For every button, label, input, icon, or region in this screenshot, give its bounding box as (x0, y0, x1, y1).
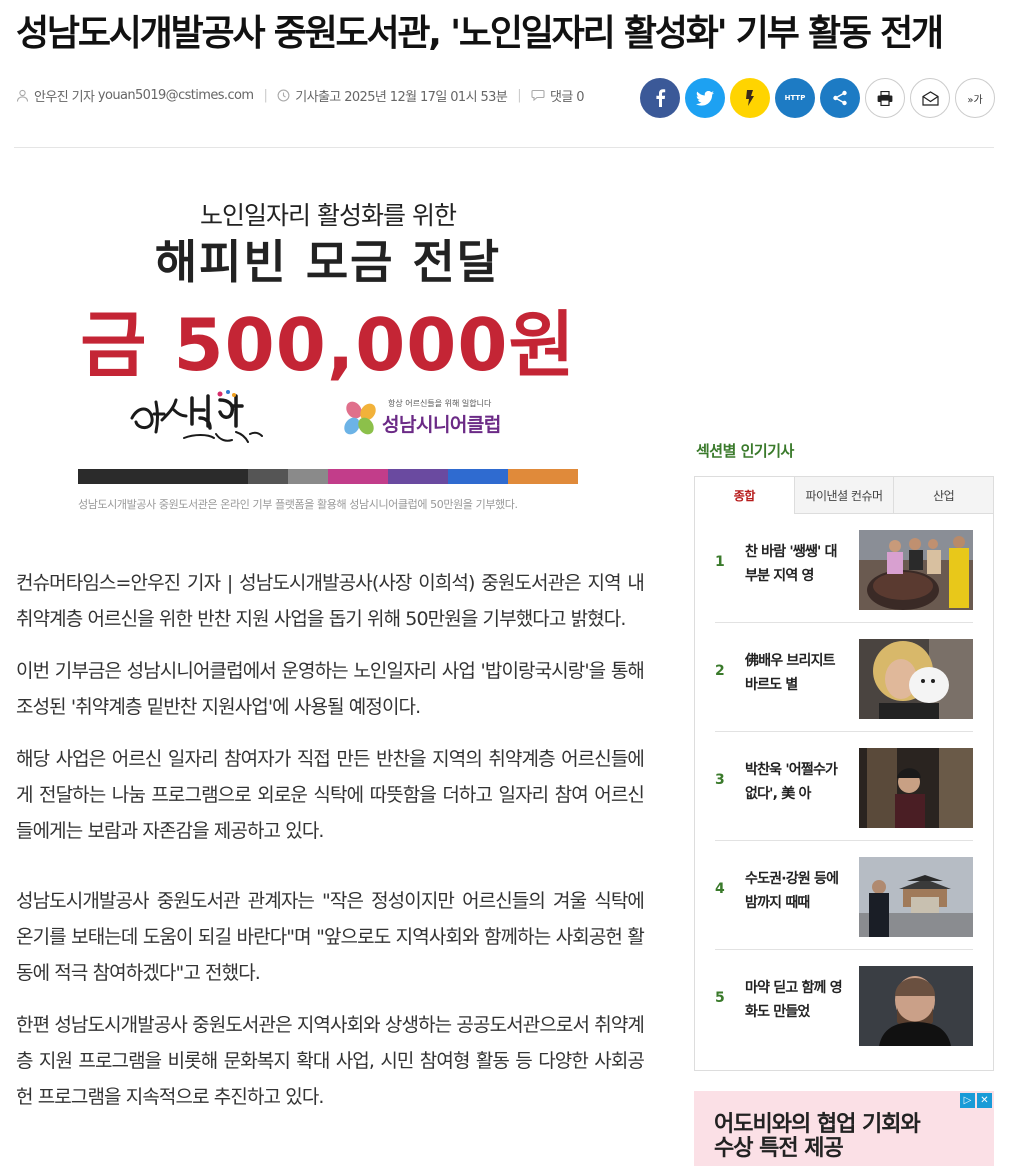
print-button[interactable] (865, 78, 905, 118)
color-bar-segment (78, 469, 248, 484)
twitter-share-button[interactable] (685, 78, 725, 118)
paragraph: 컨슈머타임스=안우진 기자 | 성남도시개발공사(사장 이희석) 중원도서관은 … (16, 572, 645, 630)
ad-choices-icon[interactable]: ▷ (960, 1093, 975, 1108)
kakaostory-icon (746, 90, 754, 106)
paragraph: 해당 사업은 어르신 일자리 참여자가 직접 만든 반찬을 지역의 취약계층 어… (16, 748, 645, 842)
ad-text: 어도비와의 협업 기회와 수상 특전 제공 (714, 1112, 921, 1161)
meta-divider: | (517, 87, 521, 103)
advertisement-banner[interactable]: 어도비와의 협업 기회와 수상 특전 제공 ▷ ✕ (694, 1091, 994, 1166)
article-headline: 성남도시개발공사 중원도서관, '노인일자리 활성화' 기부 활동 전개 (16, 13, 944, 54)
popular-item[interactable]: 3 박찬욱 '어쩔수가없다', 美 아 (715, 732, 973, 841)
popular-item[interactable]: 2 佛배우 브리지트 바르도 별 (715, 623, 973, 732)
thumbnail-image (859, 966, 973, 1046)
font-size-label: »가 (967, 94, 983, 106)
meta-divider: | (263, 87, 268, 103)
ad-line1: 어도비와의 협업 기회와 (714, 1112, 921, 1137)
color-bar-segment (288, 469, 328, 484)
popular-item-title[interactable]: 수도권·강원 등에 밤까지 때때 (745, 867, 845, 915)
publish-time: 기사출고 2025년 12월 17일 01시 53분 (277, 86, 508, 105)
share-icon (833, 90, 847, 106)
popular-item-thumbnail[interactable] (859, 639, 973, 719)
paragraph: 성남도시개발공사 중원도서관 관계자는 "작은 정성이지만 어르신들의 겨울 식… (16, 890, 645, 984)
copy-url-button[interactable]: HTTP (775, 78, 815, 118)
tab-industry[interactable]: 산업 (893, 477, 993, 513)
popular-item[interactable]: 4 수도권·강원 등에 밤까지 때때 (715, 841, 973, 950)
thumbnail-image (859, 639, 973, 719)
popular-item[interactable]: 1 찬 바람 '쌩쌩' 대부분 지역 영 (715, 514, 973, 623)
rank-number: 5 (715, 990, 725, 1006)
comment-icon (531, 89, 545, 101)
color-bar-segment (248, 469, 288, 484)
senior-club-name: 성남시니어클럽 (382, 414, 501, 436)
header-divider (14, 147, 994, 148)
font-size-button[interactable]: »가 (955, 78, 995, 118)
comment-count-text: 댓글 0 (549, 89, 585, 105)
envelope-icon (921, 90, 939, 106)
byline: 안우진 기자 youan5019@cstimes.com (16, 86, 254, 105)
article-body: 컨슈머타임스=안우진 기자 | 성남도시개발공사(사장 이희석) 중원도서관은 … (16, 565, 645, 1131)
rank-number: 2 (715, 663, 725, 679)
popular-list: 1 찬 바람 '쌩쌩' 대부분 지역 영 2 佛배우 브리지트 바르도 별 3 … (695, 514, 993, 1059)
publish-time-text: 기사출고 2025년 12월 17일 01시 53분 (295, 89, 508, 105)
thumbnail-image (859, 857, 973, 937)
popular-item-title[interactable]: 佛배우 브리지트 바르도 별 (745, 649, 845, 697)
library-calligraphy-logo (130, 390, 263, 443)
color-bar-segment (508, 469, 578, 484)
tab-general[interactable]: 종합 (695, 477, 794, 514)
clover-logo-icon (344, 401, 376, 435)
popular-item-thumbnail[interactable] (859, 966, 973, 1046)
thumbnail-image (859, 530, 973, 610)
color-bar-segment (448, 469, 508, 484)
color-bar-segment (328, 469, 388, 484)
printer-icon (877, 90, 893, 106)
clock-icon (277, 89, 290, 101)
rank-number: 3 (715, 772, 725, 788)
paragraph: 한편 성남도시개발공사 중원도서관은 지역사회와 상생하는 공공도서관으로서 취… (16, 1014, 645, 1108)
twitter-icon (696, 90, 714, 106)
popular-item-title[interactable]: 박찬욱 '어쩔수가없다', 美 아 (745, 758, 845, 806)
article-meta: 안우진 기자 youan5019@cstimes.com | 기사출고 2025… (16, 84, 585, 106)
url-label: HTTP (784, 94, 806, 102)
paragraph: 이번 기부금은 성남시니어클럽에서 운영하는 노인일자리 사업 '밥이랑국시랑'… (16, 660, 645, 718)
ad-controls: ▷ ✕ (960, 1093, 992, 1108)
rank-number: 1 (715, 554, 725, 570)
popular-section-title: 섹션별 인기기사 (696, 442, 794, 460)
senior-club-tagline: 항상 어르신들을 위해 일합니다 (388, 399, 492, 408)
close-icon[interactable]: ✕ (977, 1093, 992, 1108)
facebook-share-button[interactable] (640, 78, 680, 118)
share-more-button[interactable] (820, 78, 860, 118)
popular-item-thumbnail[interactable] (859, 748, 973, 828)
promo-line2: 해피빈 모금 전달 (154, 235, 502, 289)
ad-line2: 수상 특전 제공 (714, 1136, 844, 1161)
person-icon (16, 89, 29, 102)
image-caption: 성남도시개발공사 중원도서관은 온라인 기부 플랫폼을 활용해 성남시니어클럽에… (78, 498, 518, 511)
kakaostory-share-button[interactable] (730, 78, 770, 118)
email-share-button[interactable] (910, 78, 950, 118)
color-bar-segment (388, 469, 448, 484)
popular-item-title[interactable]: 찬 바람 '쌩쌩' 대부분 지역 영 (745, 540, 845, 588)
share-toolbar: HTTP »가 (640, 78, 995, 118)
promo-amount: 금 500,000원 (80, 303, 576, 387)
popular-item-thumbnail[interactable] (859, 857, 973, 937)
thumbnail-image (859, 748, 973, 828)
facebook-icon (656, 89, 666, 107)
popular-item-title[interactable]: 마약 딛고 함께 영화도 만들었 (745, 976, 845, 1024)
article-image: 노인일자리 활성화를 위한 해피빈 모금 전달 금 500,000원 항상 어르… (78, 168, 578, 486)
comment-count[interactable]: 댓글 0 (531, 86, 585, 105)
tab-financial-consumer[interactable]: 파이낸셜 컨슈머 (793, 477, 894, 513)
author-name: 안우진 기자 (34, 89, 95, 105)
author-email[interactable]: youan5019@cstimes.com (98, 88, 254, 103)
popular-articles-box: 종합 파이낸셜 컨슈머 산업 1 찬 바람 '쌩쌩' 대부분 지역 영 2 佛배… (694, 476, 994, 1071)
popular-item[interactable]: 5 마약 딛고 함께 영화도 만들었 (715, 950, 973, 1059)
rank-number: 4 (715, 881, 725, 897)
color-bar (78, 469, 578, 484)
popular-item-thumbnail[interactable] (859, 530, 973, 610)
popular-tabs: 종합 파이낸셜 컨슈머 산업 (695, 477, 993, 514)
